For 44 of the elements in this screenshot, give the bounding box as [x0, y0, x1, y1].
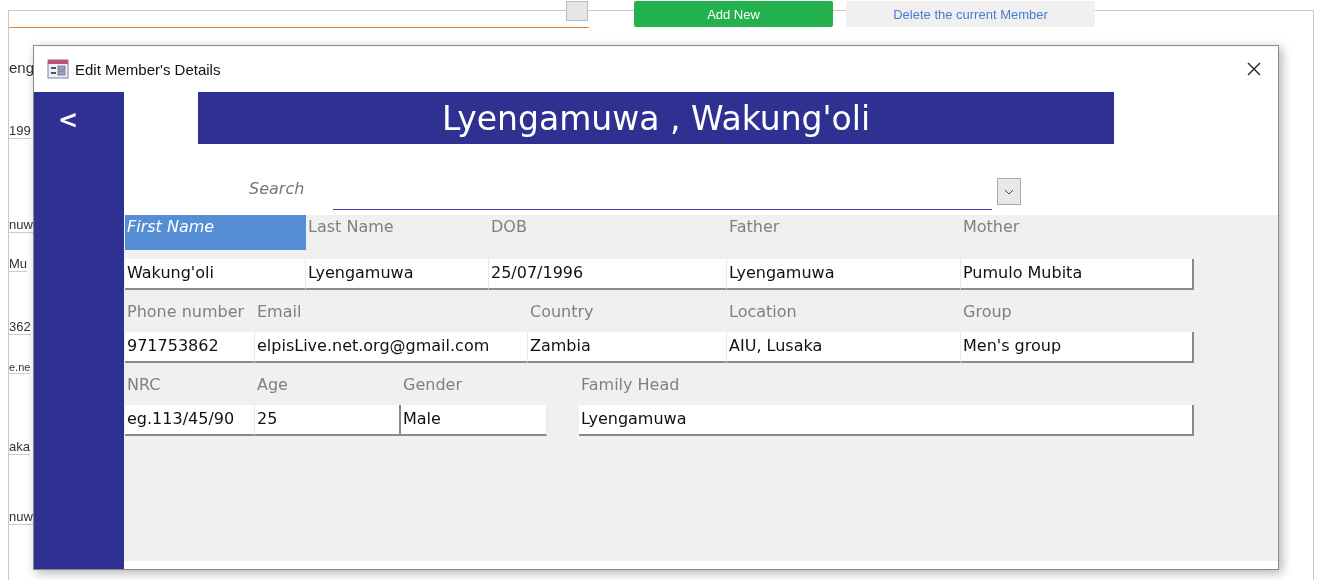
field-value: Mu: [9, 256, 28, 272]
field-label: Country: [530, 302, 594, 321]
field-label: Group: [963, 302, 1012, 321]
field-value: e.ne: [9, 361, 31, 374]
field-label: Email: [257, 302, 302, 321]
field-value: 199: [9, 123, 31, 139]
record-header: Lyengamuwa , Wakung'oli: [198, 92, 1114, 144]
input-field[interactable]: Men's group: [961, 332, 1194, 363]
input-field[interactable]: 25: [255, 405, 401, 436]
field-value: aka: [9, 439, 30, 455]
field-label: DOB: [491, 217, 527, 236]
field-label: Father: [729, 217, 780, 236]
input-field[interactable]: Lyengamuwa: [306, 259, 489, 290]
field-label: Gender: [403, 375, 462, 394]
input-field[interactable]: elpisLive.net.org@gmail.com: [255, 332, 528, 363]
field-value: nuw: [9, 217, 33, 233]
field-label: Phone number: [127, 302, 245, 321]
input-field[interactable]: eg.113/45/90: [125, 405, 255, 436]
input-field[interactable]: AIU, Lusaka: [727, 332, 961, 363]
input-field[interactable]: Lyengamuwa: [579, 405, 1194, 436]
field-value: 362: [9, 319, 31, 335]
field-label: Family Head: [581, 375, 680, 394]
field-value: nuw: [9, 509, 33, 525]
form-icon: [47, 59, 69, 79]
delete-button[interactable]: Delete the current Member: [846, 1, 1095, 27]
input-field[interactable]: 971753862: [125, 332, 255, 363]
field-label: First Name: [127, 217, 215, 236]
input-field[interactable]: Lyengamuwa: [727, 259, 961, 290]
close-icon[interactable]: [1246, 61, 1262, 77]
page-heading: eng: [9, 59, 35, 76]
field-label: Age: [257, 375, 288, 394]
input-field[interactable]: Male: [401, 405, 547, 436]
field-label: Mother: [963, 217, 1020, 236]
field-label: Location: [729, 302, 797, 321]
field-label: Last Name: [308, 217, 394, 236]
window-title: Edit Member's Details: [75, 60, 222, 78]
input-field[interactable]: Zambia: [528, 332, 727, 363]
back-button[interactable]: <: [54, 104, 83, 136]
search-label: Search: [249, 179, 306, 200]
input-field[interactable]: 25/07/1996: [489, 259, 727, 290]
chevron-icon: [1004, 188, 1014, 195]
input-field[interactable]: Wakung'oli: [125, 259, 306, 290]
field-label: NRC: [127, 375, 161, 394]
input-field[interactable]: Pumulo Mubita: [961, 259, 1194, 290]
